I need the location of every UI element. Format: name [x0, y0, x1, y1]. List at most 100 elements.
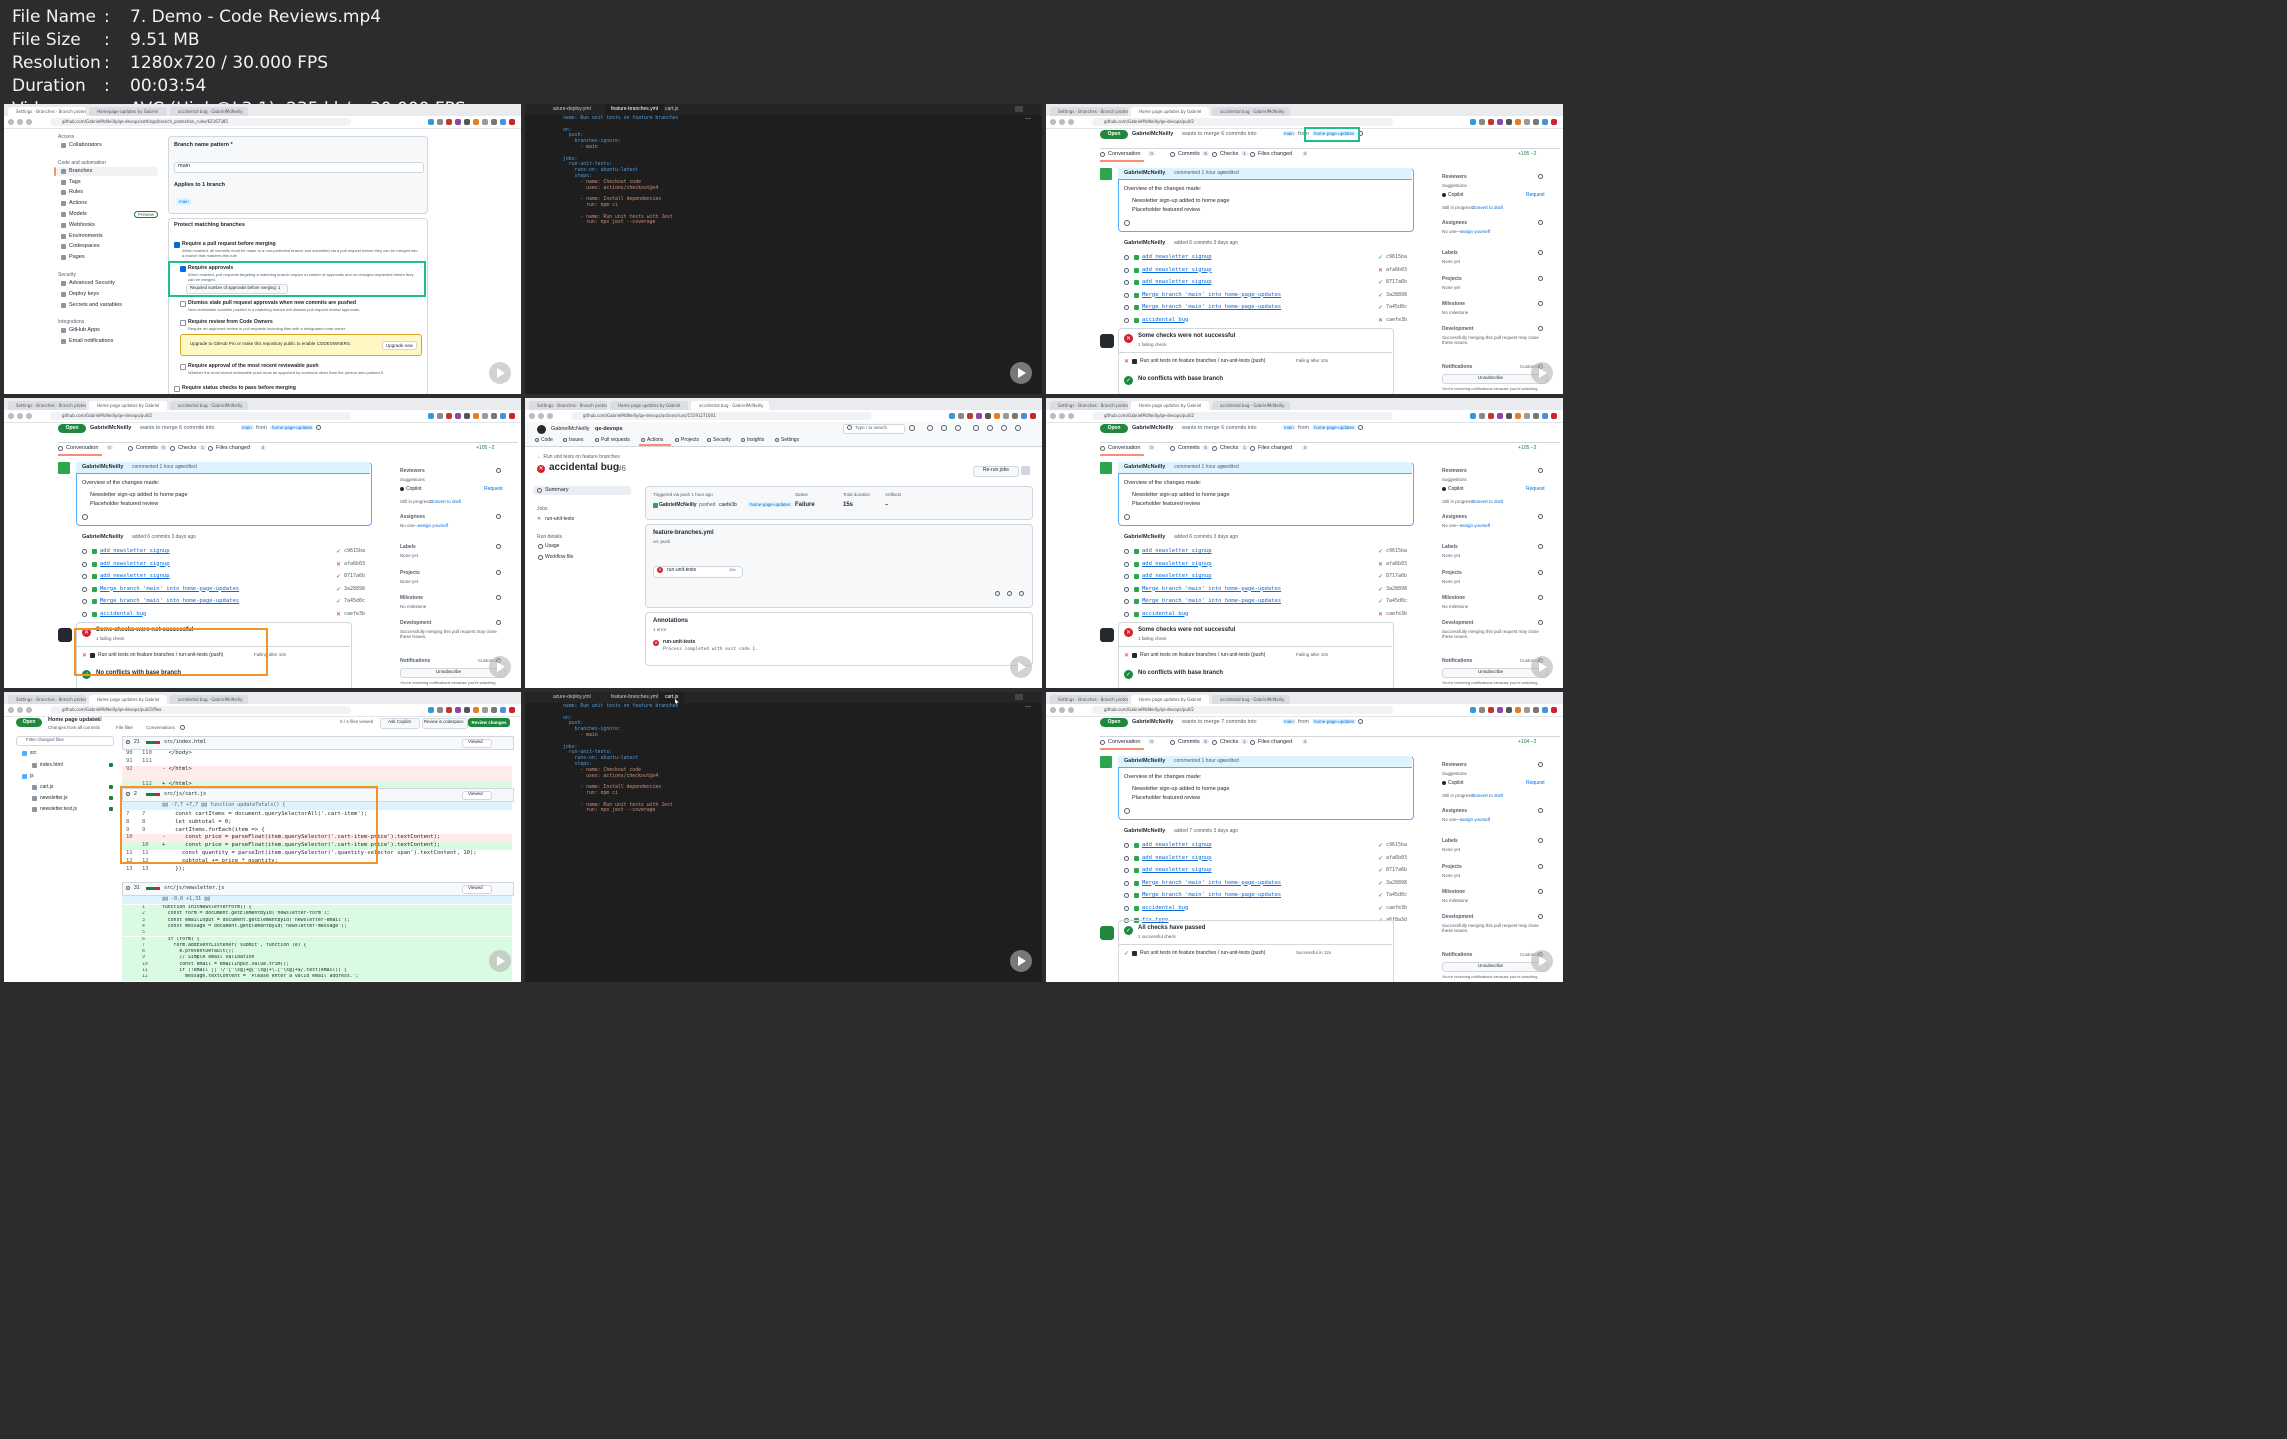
forward-icon[interactable]	[1059, 119, 1065, 125]
nav-usage[interactable]: Usage	[545, 543, 559, 549]
forward-icon[interactable]	[1059, 413, 1065, 419]
commit-sha[interactable]: c9615ba	[1386, 254, 1407, 260]
browser-tab[interactable]: Settings · Branches · Branch protec	[1050, 107, 1128, 116]
editor-tab[interactable]: feature-branches.yml	[605, 692, 664, 703]
sidebar-item-environments[interactable]: Environments	[69, 233, 103, 239]
sidebar-item-email-notifications[interactable]: Email notifications	[69, 338, 113, 344]
browser-tab[interactable]: accidental bug · GabrielMcNeilly	[1212, 695, 1290, 704]
address-bar[interactable]: github.com/GabrielMcNeilly/qe-devops/pul…	[1092, 706, 1393, 714]
extension-icon[interactable]	[994, 413, 1000, 419]
rule-checkbox[interactable]	[180, 301, 186, 307]
extension-icon[interactable]	[473, 413, 479, 419]
extension-icon[interactable]	[1515, 413, 1521, 419]
commit-sha[interactable]: 3a28898	[1386, 586, 1407, 592]
extension-icon[interactable]	[1470, 707, 1476, 713]
extension-icon[interactable]	[446, 413, 452, 419]
commit-sha[interactable]: 7a45d0c	[1386, 598, 1407, 604]
reload-icon[interactable]	[26, 707, 32, 713]
browser-tab[interactable]: accidental bug · GabrielMcNeilly	[1212, 107, 1290, 116]
rule-checkbox[interactable]	[180, 320, 186, 326]
extension-icon[interactable]	[464, 119, 470, 125]
commit-message[interactable]: add newsletter signup	[1142, 561, 1212, 567]
repo-tab-insights[interactable]: Insights	[747, 437, 764, 443]
tree-item[interactable]: cart.js	[40, 784, 53, 790]
play-icon[interactable]	[1531, 656, 1553, 678]
commit-message[interactable]: add newsletter signup	[1142, 254, 1212, 260]
conversations-filter[interactable]: Conversations	[146, 725, 175, 730]
address-bar[interactable]: github.com/GabrielMcNeilly/qe-devops/set…	[50, 118, 351, 126]
editor-tab[interactable]: cart.js	[659, 104, 684, 115]
assign-yourself-link[interactable]: assign yourself	[1460, 229, 1490, 234]
play-icon[interactable]	[1531, 362, 1553, 384]
extension-icon[interactable]	[1551, 413, 1557, 419]
back-icon[interactable]	[8, 119, 14, 125]
commit-message[interactable]: add newsletter signup	[1142, 573, 1212, 579]
repo-tab-pull-requests[interactable]: Pull requests	[601, 437, 630, 443]
tab-commits[interactable]: Commits	[136, 445, 158, 451]
commit-message[interactable]: add newsletter signup	[1142, 279, 1212, 285]
tree-item[interactable]: index.html	[40, 762, 63, 768]
extension-icon[interactable]	[1542, 119, 1548, 125]
back-icon[interactable]	[1050, 119, 1056, 125]
commit-sha[interactable]: 3a28898	[344, 586, 365, 592]
commit-message[interactable]: accidental bug	[1142, 317, 1188, 323]
tree-item[interactable]: newsletter.test.js	[40, 806, 77, 812]
extension-icon[interactable]	[455, 707, 461, 713]
commit-message[interactable]: accidental bug	[1142, 905, 1188, 911]
browser-tab[interactable]: accidental bug · GabrielMcNeilly	[170, 107, 248, 116]
extension-icon[interactable]	[1506, 707, 1512, 713]
extension-icon[interactable]	[491, 413, 497, 419]
sidebar-item-github-apps[interactable]: GitHub Apps	[69, 327, 100, 333]
tree-item[interactable]: src	[30, 750, 37, 756]
extension-icon[interactable]	[437, 119, 443, 125]
browser-tab[interactable]: Home page updates by Gabriel	[1131, 107, 1209, 116]
editor-tab[interactable]: azure-deploy.yml	[547, 104, 597, 115]
tab-checks[interactable]: Checks	[1220, 739, 1238, 745]
commit-sha[interactable]: c9615ba	[1386, 842, 1407, 848]
back-icon[interactable]	[529, 413, 535, 419]
extension-icon[interactable]	[482, 413, 488, 419]
request-link[interactable]: Request	[484, 486, 503, 492]
rule-checkbox[interactable]	[180, 364, 186, 370]
browser-tab[interactable]: Home page updates by Gabriel	[89, 401, 167, 410]
play-icon[interactable]	[1010, 950, 1032, 972]
play-icon[interactable]	[1010, 656, 1032, 678]
extension-icon[interactable]	[1533, 707, 1539, 713]
commit-message[interactable]: add newsletter signup	[1142, 548, 1212, 554]
rule-checkbox[interactable]	[174, 242, 180, 248]
tab-conversation[interactable]: Conversation	[1108, 445, 1140, 451]
extension-icon[interactable]	[437, 413, 443, 419]
tab-files-changed[interactable]: Files changed	[1258, 445, 1292, 451]
sidebar-item-codespaces[interactable]: Codespaces	[69, 243, 100, 249]
file-name[interactable]: src/index.html	[164, 739, 206, 745]
extension-icon[interactable]	[1533, 119, 1539, 125]
sidebar-item-models[interactable]: Models	[69, 211, 87, 217]
play-icon[interactable]	[489, 362, 511, 384]
reload-icon[interactable]	[1068, 413, 1074, 419]
commit-message[interactable]: add newsletter signup	[100, 561, 170, 567]
extension-icon[interactable]	[509, 707, 515, 713]
address-bar[interactable]: github.com/GabrielMcNeilly/qe-devops/act…	[571, 412, 872, 420]
upgrade-button[interactable]: Upgrade now	[382, 341, 417, 350]
extension-icon[interactable]	[1479, 119, 1485, 125]
commit-sha[interactable]: 3a28898	[1386, 292, 1407, 298]
tab-commits[interactable]: Commits	[1178, 739, 1200, 745]
extension-icon[interactable]	[437, 707, 443, 713]
file-name[interactable]: src/js/newsletter.js	[164, 885, 224, 891]
extension-icon[interactable]	[500, 707, 506, 713]
browser-tab[interactable]: Settings · Branches · Branch protec	[1050, 695, 1128, 704]
back-icon[interactable]	[8, 707, 14, 713]
convert-draft-link[interactable]: Convert to draft	[1472, 205, 1503, 210]
commit-sha[interactable]: 8717a6b	[1386, 867, 1407, 873]
extension-icon[interactable]	[1551, 707, 1557, 713]
extension-icon[interactable]	[985, 413, 991, 419]
check-row[interactable]: Run unit tests on feature branches / run…	[1140, 652, 1265, 658]
nav-summary[interactable]: Summary	[545, 487, 569, 493]
forward-icon[interactable]	[17, 413, 23, 419]
extension-icon[interactable]	[428, 119, 434, 125]
extension-icon[interactable]	[1470, 413, 1476, 419]
commit-sha[interactable]: afa6b03	[1386, 561, 1407, 567]
request-link[interactable]: Request	[1526, 486, 1545, 492]
extension-icon[interactable]	[967, 413, 973, 419]
extension-icon[interactable]	[428, 413, 434, 419]
